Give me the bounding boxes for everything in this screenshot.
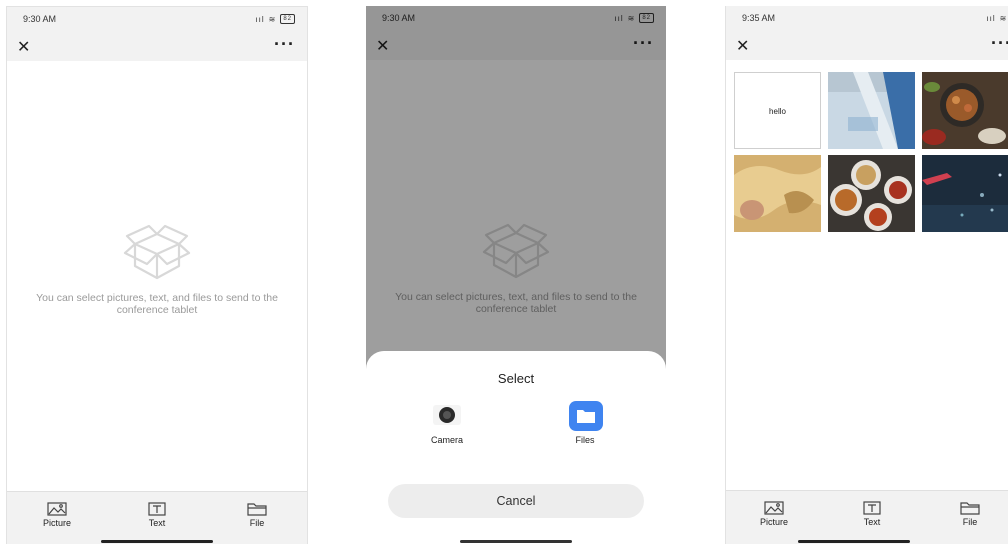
file-label: File: [249, 518, 265, 528]
picture-label: Picture: [42, 518, 71, 528]
close-icon[interactable]: ✕: [17, 37, 30, 57]
cancel-button[interactable]: Cancel: [388, 484, 644, 518]
empty-message: You can select pictures, text, and files…: [36, 292, 278, 316]
photo-hotpot: [922, 72, 1008, 149]
wifi-icon: ≋: [999, 13, 1008, 23]
photo-bottles: [828, 72, 915, 149]
files-icon: [569, 401, 603, 431]
screen-select-sheet: 9:30 AM ııl ≋ 82 ✕ ··· You can select pi…: [366, 6, 666, 544]
folder-icon: [247, 503, 267, 516]
folder-icon: [960, 502, 980, 515]
photo-item[interactable]: [828, 72, 915, 149]
status-icons: ııl ≋ 82: [255, 14, 295, 24]
status-time: 9:30 AM: [23, 14, 57, 24]
status-bar: 9:30 AM ııl ≋ 82: [7, 7, 307, 33]
files-option[interactable]: Files: [545, 401, 625, 445]
signal-icon: ııl: [986, 13, 996, 23]
status-bar: 9:35 AM ııl ≋ 81: [726, 6, 1008, 32]
text-button[interactable]: Text: [842, 501, 902, 527]
more-icon[interactable]: ···: [991, 33, 1008, 54]
photo-night-city: [922, 155, 1008, 232]
text-icon: [148, 502, 166, 516]
camera-option[interactable]: Camera: [407, 401, 487, 445]
photo-item[interactable]: [922, 72, 1008, 149]
signal-icon: ııl: [255, 14, 265, 24]
more-icon[interactable]: ···: [274, 34, 295, 55]
select-bottom-sheet: Select Camera Files Cancel: [366, 351, 666, 544]
picture-label: Picture: [759, 517, 788, 527]
screen-gallery: 9:35 AM ııl ≋ 81 ✕ ··· hello Picture: [725, 6, 1008, 544]
camera-icon: [431, 401, 463, 429]
files-label: Files: [575, 435, 595, 445]
photo-item[interactable]: [922, 155, 1008, 232]
picture-button[interactable]: Picture: [27, 502, 87, 528]
photo-dishes: [828, 155, 915, 232]
top-toolbar: ✕ ···: [7, 33, 307, 61]
bottom-action-bar: Picture Text File: [726, 490, 1008, 544]
picture-icon: [47, 502, 67, 516]
file-button[interactable]: File: [940, 501, 1000, 527]
wifi-icon: ≋: [268, 14, 277, 24]
photo-blanket: [734, 155, 821, 232]
empty-state: You can select pictures, text, and files…: [7, 222, 307, 316]
text-icon: [863, 501, 881, 515]
empty-box-icon: [123, 224, 191, 280]
picture-button[interactable]: Picture: [744, 501, 804, 527]
text-item[interactable]: hello: [734, 72, 821, 149]
home-indicator: [101, 540, 213, 543]
status-time: 9:35 AM: [742, 13, 776, 23]
text-button[interactable]: Text: [127, 502, 187, 528]
close-icon[interactable]: ✕: [736, 36, 749, 56]
home-indicator: [460, 540, 572, 543]
top-toolbar: ✕ ···: [726, 32, 1008, 60]
file-label: File: [962, 517, 978, 527]
camera-label: Camera: [430, 435, 463, 445]
text-label: Text: [148, 518, 166, 528]
battery-icon: 82: [280, 14, 295, 24]
bottom-action-bar: Picture Text File: [7, 491, 307, 544]
sheet-title: Select: [497, 371, 535, 386]
photo-item[interactable]: [734, 155, 821, 232]
home-indicator: [798, 540, 910, 543]
status-icons: ııl ≋ 81: [986, 13, 1008, 23]
screen-empty: 9:30 AM ııl ≋ 82 ✕ ··· You can select pi…: [6, 6, 308, 544]
file-button[interactable]: File: [227, 502, 287, 528]
photo-item[interactable]: [828, 155, 915, 232]
text-label: Text: [863, 517, 881, 527]
picture-icon: [764, 501, 784, 515]
